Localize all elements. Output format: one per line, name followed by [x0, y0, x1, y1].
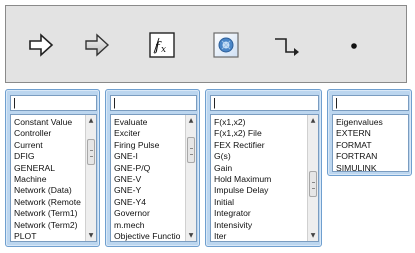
list-item[interactable]: Eigenvalues [336, 117, 408, 128]
list-item[interactable]: Integrator [214, 208, 318, 219]
list-item[interactable]: Iter [214, 231, 318, 241]
svg-text:x: x [161, 45, 166, 55]
panel-4-list[interactable]: Eigenvalues EXTERN FORMAT FORTRAN SIMULI… [332, 114, 409, 172]
list-item[interactable]: GNE-V [114, 174, 196, 185]
list-item[interactable]: Impulse Delay [214, 185, 318, 196]
scroll-up-icon[interactable]: ▲ [186, 115, 196, 126]
scroll-up-icon[interactable]: ▲ [86, 115, 96, 126]
list-item[interactable]: Intensivity [214, 220, 318, 231]
list-item[interactable]: Network (Term1) [14, 208, 96, 219]
scroll-thumb[interactable] [87, 139, 95, 165]
panel-1-scrollbar[interactable]: ▲ ▼ [85, 115, 96, 241]
list-item[interactable]: m.mech [114, 220, 196, 231]
scroll-thumb[interactable] [309, 171, 317, 197]
list-item[interactable]: FEX Rectifier [214, 140, 318, 151]
gray-arrow-icon[interactable] [84, 32, 110, 58]
scroll-down-icon[interactable]: ▼ [186, 230, 196, 241]
list-item[interactable]: Evaluate [114, 117, 196, 128]
panel-3-search-input[interactable] [210, 95, 319, 111]
list-item[interactable]: Network (Term2) [14, 220, 96, 231]
list-item[interactable]: EXTERN [336, 128, 408, 139]
panel-3-list[interactable]: F(x1,x2) F(x1,x2) File FEX Rectifier G(s… [210, 114, 319, 242]
list-item[interactable]: Firing Pulse [114, 140, 196, 151]
list-item[interactable]: GENERAL [14, 163, 96, 174]
gear-block-icon[interactable] [212, 31, 240, 59]
list-item[interactable]: FORMAT [336, 140, 408, 151]
panel-3-scrollbar[interactable]: ▲ ▼ [307, 115, 318, 241]
function-block-icon[interactable]: f x [148, 31, 176, 59]
scroll-down-icon[interactable]: ▼ [308, 230, 318, 241]
list-item[interactable]: FORTRAN [336, 151, 408, 162]
list-item[interactable]: Hold Maximum [214, 174, 318, 185]
scroll-up-icon[interactable]: ▲ [308, 115, 318, 126]
list-item[interactable]: GNE-P/Q [114, 163, 196, 174]
list-item[interactable]: GNE-I [114, 151, 196, 162]
list-item[interactable]: Gain [214, 163, 318, 174]
list-item[interactable]: Exciter [114, 128, 196, 139]
list-item[interactable]: Governor [114, 208, 196, 219]
panel-2-list[interactable]: Evaluate Exciter Firing Pulse GNE-I GNE-… [110, 114, 197, 242]
list-item[interactable]: SIMULINK [336, 163, 408, 171]
list-item[interactable]: GNE-Y4 [114, 197, 196, 208]
list-item[interactable]: Constant Value [14, 117, 96, 128]
panel-1-list[interactable]: Constant Value Controller Current DFIG G… [10, 114, 97, 242]
list-panel-3: F(x1,x2) F(x1,x2) File FEX Rectifier G(s… [205, 89, 322, 247]
scroll-thumb[interactable] [187, 137, 195, 163]
list-item[interactable]: GNE-Y [114, 185, 196, 196]
dot-node-icon[interactable] [341, 32, 367, 58]
list-item[interactable]: PLOT [14, 231, 96, 241]
panel-2-search-input[interactable] [110, 95, 197, 111]
list-item[interactable]: Current [14, 140, 96, 151]
panel-2-scrollbar[interactable]: ▲ ▼ [185, 115, 196, 241]
panel-1-search-input[interactable] [10, 95, 97, 111]
list-item[interactable]: Network (Remote [14, 197, 96, 208]
list-panel-2: Evaluate Exciter Firing Pulse GNE-I GNE-… [105, 89, 200, 247]
list-item[interactable]: F(x1,x2) [214, 117, 318, 128]
hollow-arrow-icon[interactable] [28, 32, 54, 58]
list-panel-4: Eigenvalues EXTERN FORMAT FORTRAN SIMULI… [327, 89, 412, 176]
list-item[interactable]: F(x1,x2) File [214, 128, 318, 139]
list-item[interactable]: Machine [14, 174, 96, 185]
list-item[interactable]: G(s) [214, 151, 318, 162]
step-connector-icon[interactable] [274, 32, 300, 58]
list-item[interactable]: Initial [214, 197, 318, 208]
list-item[interactable]: Network (Data) [14, 185, 96, 196]
scroll-down-icon[interactable]: ▼ [86, 230, 96, 241]
list-panel-1: Constant Value Controller Current DFIG G… [5, 89, 100, 247]
list-item[interactable]: Controller [14, 128, 96, 139]
panel-4-search-input[interactable] [332, 95, 409, 111]
list-item[interactable]: DFIG [14, 151, 96, 162]
list-item[interactable]: Objective Functio [114, 231, 196, 241]
component-toolbar: f x [5, 5, 407, 83]
